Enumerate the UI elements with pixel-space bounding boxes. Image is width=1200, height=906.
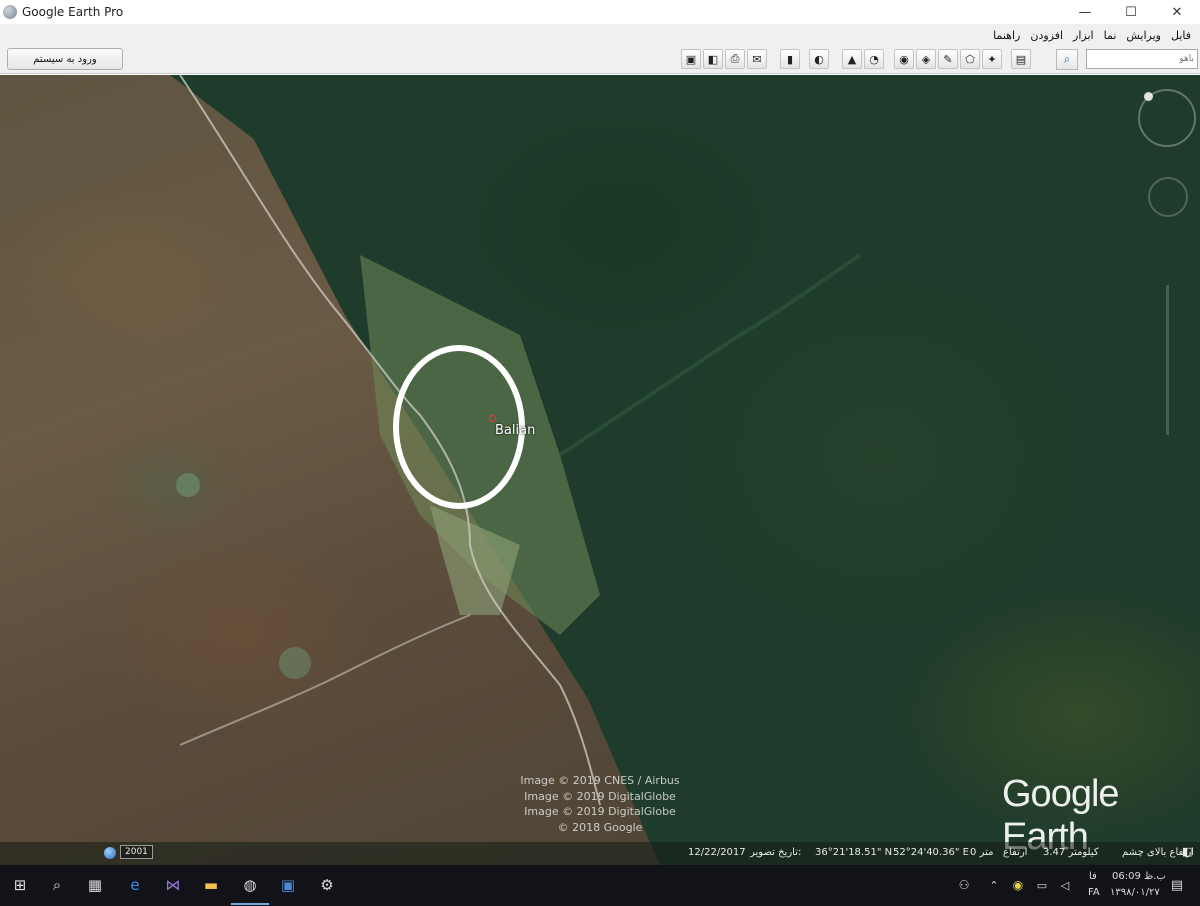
notifications-icon[interactable]: ▤ bbox=[1166, 874, 1188, 896]
tray-expand-icon[interactable]: ⌃ bbox=[983, 874, 1005, 896]
status-expand-icon[interactable]: ◧ bbox=[1182, 845, 1192, 858]
task-view-icon[interactable]: ▦ bbox=[84, 874, 106, 896]
longitude: 52°24'40.36" E bbox=[893, 847, 969, 858]
clock-time[interactable]: 06:09 ب.ظ bbox=[1112, 871, 1166, 882]
look-joystick[interactable] bbox=[1148, 177, 1188, 217]
planets-icon[interactable]: ◐ bbox=[809, 49, 829, 69]
toolbar-group-ruler: ▮ bbox=[780, 49, 800, 70]
login-button[interactable]: ورود به سیستم bbox=[7, 48, 123, 70]
north-indicator-icon[interactable] bbox=[1144, 92, 1153, 101]
save-image-icon[interactable]: ▣ bbox=[681, 49, 701, 69]
toolbar: ورود به سیستم ▣ ◧ ⎙ ✉ ▮ ◐ ▲ ◔ ◉ ◈ ✎ ⬠ ✦ … bbox=[0, 46, 1200, 74]
menu-edit[interactable]: ویرایش bbox=[1121, 29, 1166, 42]
word-icon[interactable]: ▣ bbox=[277, 874, 299, 896]
window-title: Google Earth Pro bbox=[22, 5, 124, 19]
elevation-value: 0 متر bbox=[970, 847, 994, 858]
search-icon[interactable]: ⌕ bbox=[1056, 49, 1078, 70]
toolbar-group-output: ▣ ◧ ⎙ ✉ bbox=[681, 49, 767, 70]
attribution-line: © 2018 Google bbox=[557, 820, 643, 834]
menu-bar: فایل ویرایش نما ابزار افزودن راهنما bbox=[0, 24, 1200, 46]
toolbar-group-sun: ▲ ◔ bbox=[842, 49, 884, 70]
language-indicator[interactable]: FA bbox=[1088, 887, 1100, 898]
menu-help[interactable]: راهنما bbox=[988, 29, 1025, 42]
zoom-slider[interactable] bbox=[1166, 285, 1169, 435]
minimize-button[interactable]: — bbox=[1062, 0, 1108, 24]
clock-date[interactable]: ۱۳۹۸/۰۱/۲۷ bbox=[1110, 887, 1160, 898]
add-overlay-icon[interactable]: ◈ bbox=[916, 49, 936, 69]
valley-features bbox=[176, 75, 862, 806]
attribution-line: Image © 2019 DigitalGlobe bbox=[524, 789, 676, 803]
elevation-label: ارتفاع bbox=[1003, 847, 1028, 858]
language-sub: فا bbox=[1089, 871, 1097, 882]
toolbar-group-draw: ◉ ◈ ✎ ⬠ ✦ bbox=[894, 49, 1002, 70]
imagery-attribution: Image © 2019 CNES / Airbus Image © 2019 … bbox=[500, 773, 700, 835]
window-controls: — ☐ ✕ bbox=[1062, 0, 1200, 24]
close-button[interactable]: ✕ bbox=[1154, 0, 1200, 24]
image-date-label: تاریخ تصویر: bbox=[750, 847, 802, 858]
place-label[interactable]: Balian bbox=[495, 423, 535, 438]
toolbar-group-planet: ◐ bbox=[809, 49, 829, 70]
menu-file[interactable]: فایل bbox=[1166, 29, 1196, 42]
toolbar-group-sidebar: ▤ bbox=[1011, 49, 1031, 70]
email-icon[interactable]: ✉ bbox=[747, 49, 767, 69]
latitude: 36°21'18.51" N bbox=[815, 847, 893, 858]
maximize-button[interactable]: ☐ bbox=[1108, 0, 1154, 24]
globe-icon[interactable] bbox=[104, 847, 116, 859]
menu-view[interactable]: نما bbox=[1099, 29, 1122, 42]
ruler-icon[interactable]: ▮ bbox=[780, 49, 800, 69]
map-view[interactable]: Balian Image © 2019 CNES / Airbus Image … bbox=[0, 75, 1200, 865]
file-explorer-icon[interactable]: ▬ bbox=[200, 874, 222, 896]
sidebar-toggle-icon[interactable]: ▤ bbox=[1011, 49, 1031, 69]
add-polygon-icon[interactable]: ⬠ bbox=[960, 49, 980, 69]
image-date-value: 12/22/2017 bbox=[688, 847, 746, 858]
windows-start-icon[interactable]: ⊞ bbox=[9, 874, 31, 896]
print-icon[interactable]: ⎙ bbox=[725, 49, 745, 69]
add-placemark-icon[interactable]: ✦ bbox=[982, 49, 1002, 69]
attribution-line: Image © 2019 CNES / Airbus bbox=[520, 774, 680, 787]
battery-icon[interactable]: ▭ bbox=[1031, 874, 1053, 896]
active-app-indicator bbox=[231, 903, 269, 905]
add-path-icon[interactable]: ✎ bbox=[938, 49, 958, 69]
eye-altitude-value: 3.47 کیلومتر bbox=[1043, 847, 1099, 858]
attribution-line: Image © 2019 DigitalGlobe bbox=[524, 805, 676, 818]
sunlight-icon[interactable]: ▲ bbox=[842, 49, 862, 69]
menu-add[interactable]: افزودن bbox=[1025, 29, 1068, 42]
tray-app-icon[interactable]: ◉ bbox=[1007, 874, 1029, 896]
search-input[interactable] bbox=[1086, 49, 1198, 69]
view-in-maps-icon[interactable]: ◧ bbox=[703, 49, 723, 69]
search-icon[interactable]: ⌕ bbox=[46, 874, 68, 896]
record-tour-icon[interactable]: ◉ bbox=[894, 49, 914, 69]
status-bar: 2001 12/22/2017 تاریخ تصویر: 36°21'18.51… bbox=[0, 842, 1200, 865]
placemark-icon[interactable] bbox=[489, 415, 496, 422]
google-earth-app-icon bbox=[3, 5, 17, 19]
historical-imagery-icon[interactable]: ◔ bbox=[864, 49, 884, 69]
app-icon[interactable]: ⚙ bbox=[316, 874, 338, 896]
edge-browser-icon[interactable]: e bbox=[124, 874, 146, 896]
menu-tools[interactable]: ابزار bbox=[1068, 29, 1099, 42]
historical-year[interactable]: 2001 bbox=[120, 845, 153, 859]
title-bar: Google Earth Pro — ☐ ✕ bbox=[0, 0, 1200, 24]
people-icon[interactable]: ⚇ bbox=[953, 874, 975, 896]
google-earth-taskbar-icon[interactable]: ◍ bbox=[239, 874, 261, 896]
visual-studio-icon[interactable]: ⋈ bbox=[162, 874, 184, 896]
volume-icon[interactable]: ◁ bbox=[1054, 874, 1076, 896]
taskbar: ⊞ ⌕ ▦ e ⋈ ▬ ◍ ▣ ⚙ ⚇ ⌃ ◉ ▭ ◁ فا FA 06:09 … bbox=[0, 865, 1200, 906]
